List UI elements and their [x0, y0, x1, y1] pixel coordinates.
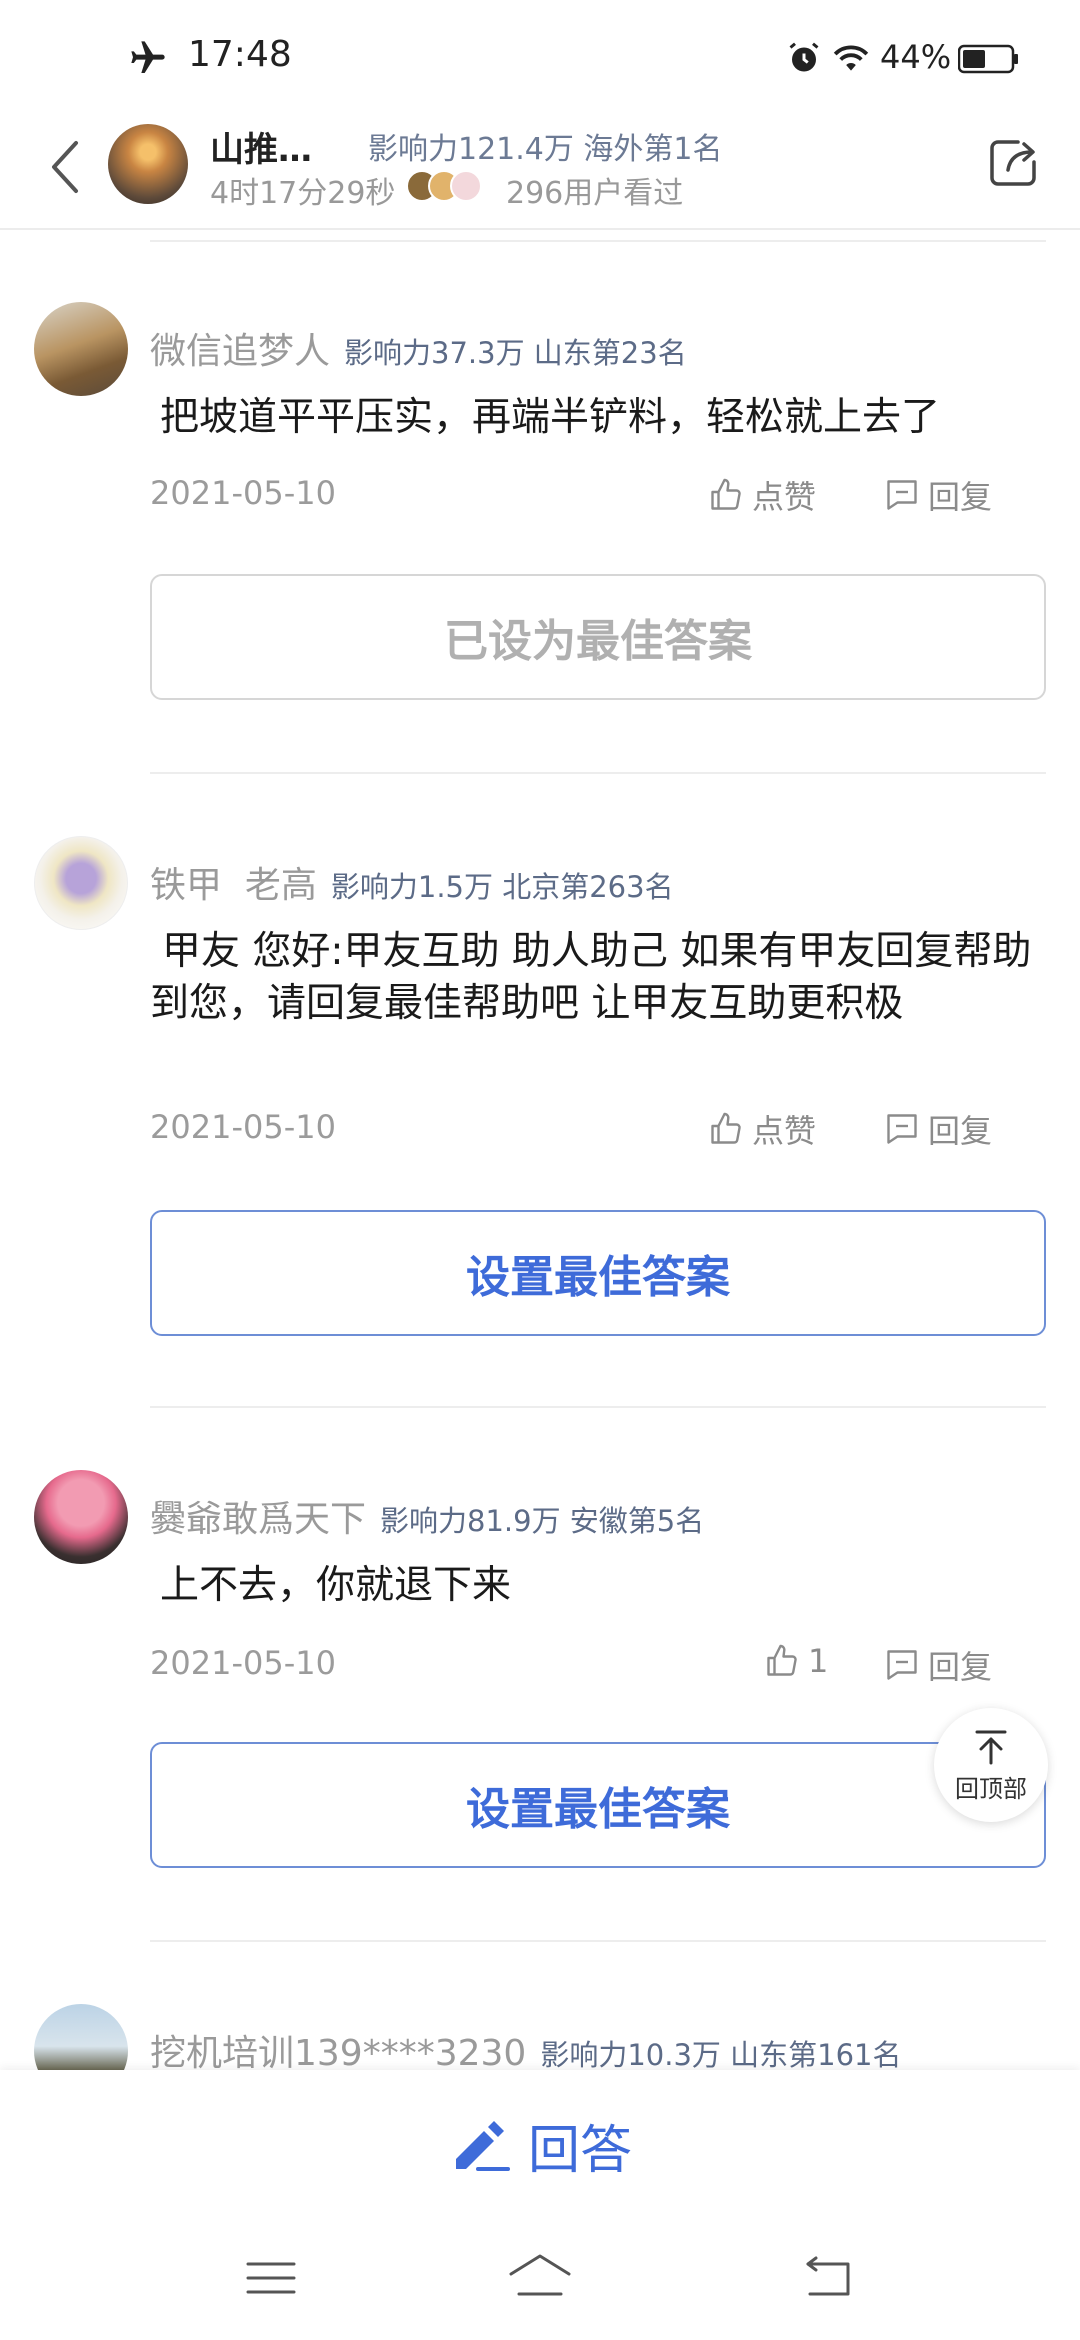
commenter-influence: 影响力37.3万 山东第23名 [344, 336, 687, 370]
commenter-name[interactable]: 铁甲 老高 [150, 865, 317, 906]
battery-icon [958, 44, 1018, 74]
edit-pen-icon [455, 2121, 510, 2171]
commenter-name-row: 挖机培训139****3230 影响力10.3万 山东第161名 [150, 2024, 902, 2076]
author-influence: 影响力121.4万 海外第1名 [368, 132, 723, 167]
reply-label: 回复 [928, 1648, 993, 1686]
viewer-avatar [450, 170, 482, 202]
like-label: 点赞 [752, 1112, 817, 1150]
back-nav-icon[interactable] [792, 2248, 862, 2308]
reply-button[interactable]: 回复 [884, 1106, 992, 1152]
divider [150, 240, 1046, 242]
reply-label: 回复 [928, 1112, 993, 1150]
question-header: 山推… 影响力121.4万 海外第1名 4时17分29秒 296用户看过 [0, 110, 1080, 230]
commenter-avatar[interactable] [34, 1470, 128, 1564]
back-to-top-button[interactable]: 回顶部 [934, 1708, 1048, 1822]
divider [150, 1406, 1046, 1408]
commenter-name[interactable]: 微信追梦人 [150, 331, 330, 372]
commenter-name-row: 铁甲 老高 影响力1.5万 北京第263名 [150, 856, 674, 908]
thumbs-up-icon [711, 1112, 741, 1144]
reply-label: 回复 [928, 478, 993, 516]
comment-date: 2021-05-10 [150, 1644, 336, 1682]
commenter-avatar[interactable] [34, 836, 128, 930]
commenter-name-row: 微信追梦人 影响力37.3万 山东第23名 [150, 322, 687, 374]
set-best-answer-button[interactable]: 设置最佳答案 [150, 1210, 1046, 1336]
reply-button[interactable]: 回复 [884, 1642, 992, 1688]
commenter-influence: 影响力81.9万 安徽第5名 [380, 1504, 705, 1538]
chevron-left-icon [52, 141, 78, 193]
alarm-icon [789, 42, 819, 72]
answer-label: 回答 [527, 2120, 632, 2181]
menu-icon[interactable] [236, 2248, 306, 2308]
reply-button[interactable]: 回复 [884, 472, 992, 518]
author-name[interactable]: 山推… [210, 122, 312, 171]
comment-date: 2021-05-10 [150, 1108, 336, 1146]
share-icon[interactable] [984, 132, 1044, 192]
commenter-name-row: 爨爺敢爲天下 影响力81.9万 安徽第5名 [150, 1490, 704, 1542]
set-best-answer-button[interactable]: 设置最佳答案 [150, 1742, 1046, 1868]
like-button[interactable]: 点赞 [708, 1106, 816, 1152]
status-time: 17:48 [188, 34, 292, 75]
arrow-up-icon [975, 1730, 1007, 1764]
like-count: 1 [808, 1642, 829, 1680]
comment-text: 甲友 您好:甲友互助 助人助己 如果有甲友回复帮助到您，请回复最佳帮助吧 让甲友… [150, 929, 1032, 1026]
thumbs-up-icon [711, 478, 741, 510]
commenter-name[interactable]: 挖机培训139****3230 [150, 2033, 526, 2074]
comment-text: 把坡道平平压实，再端半铲料，轻松就上去了 [160, 395, 941, 440]
home-icon[interactable] [505, 2248, 575, 2308]
back-button[interactable] [40, 132, 90, 202]
elapsed-time: 4时17分29秒 [210, 176, 396, 211]
commenter-influence: 影响力10.3万 山东第161名 [540, 2038, 902, 2072]
like-button[interactable]: 1 [764, 1642, 828, 1680]
commenter-name[interactable]: 爨爺敢爲天下 [150, 1499, 366, 1540]
viewer-count: 296用户看过 [506, 176, 684, 211]
like-label: 点赞 [752, 478, 817, 516]
back-to-top-label: 回顶部 [955, 1774, 1027, 1803]
system-navigation-bar [0, 2220, 1080, 2340]
answer-button[interactable]: 回答 [0, 2070, 1080, 2220]
like-button[interactable]: 点赞 [708, 472, 816, 518]
reply-icon [887, 1114, 917, 1144]
divider [150, 1940, 1046, 1942]
wifi-icon [833, 45, 869, 71]
comment-date: 2021-05-10 [150, 474, 336, 512]
best-answer-set-button[interactable]: 已设为最佳答案 [150, 574, 1046, 700]
comment-text: 上不去，你就退下来 [160, 1563, 512, 1608]
commenter-avatar[interactable] [34, 302, 128, 396]
battery-percent: 44% [880, 38, 952, 76]
divider [150, 772, 1046, 774]
airplane-mode-icon [131, 41, 165, 73]
author-avatar[interactable] [108, 124, 188, 204]
commenter-influence: 影响力1.5万 北京第263名 [330, 870, 674, 904]
reply-icon [887, 1650, 917, 1680]
thumbs-up-icon [767, 1644, 797, 1676]
reply-icon [887, 480, 917, 510]
viewer-avatars [406, 170, 484, 204]
status-bar: 17:48 44% [0, 0, 1080, 110]
